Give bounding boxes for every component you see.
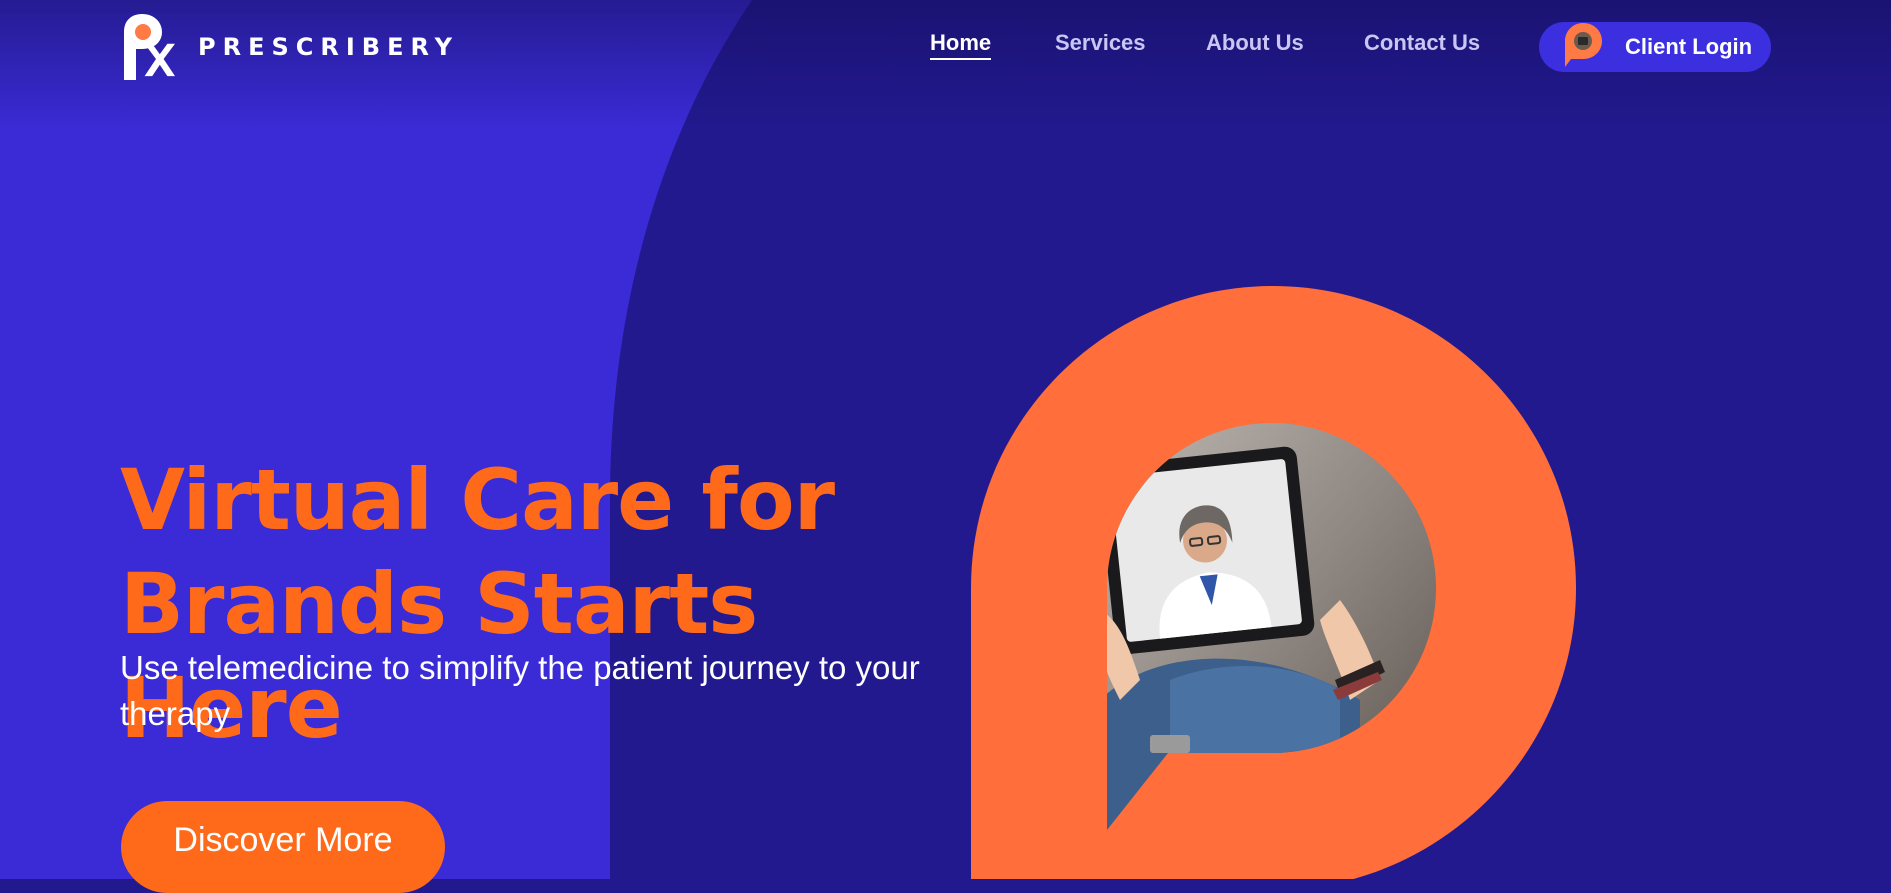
nav-about-us[interactable]: About Us [1206, 30, 1304, 56]
login-avatar-icon [1565, 23, 1602, 67]
client-login-label: Client Login [1625, 34, 1753, 59]
discover-more-button[interactable]: Discover More [121, 801, 445, 893]
nav-home[interactable]: Home [930, 30, 992, 60]
nav-services[interactable]: Services [1055, 30, 1146, 56]
hero-title-line-1: Virtual Care for [120, 451, 835, 549]
hero-subtitle: Use telemedicine to simplify the patient… [120, 649, 920, 732]
brand-name: PRESCRIBERY [198, 33, 460, 61]
brand-logo[interactable]: PRESCRIBERY [120, 12, 459, 82]
client-login-button[interactable]: Client Login [1539, 22, 1771, 72]
nav-contact-us[interactable]: Contact Us [1364, 30, 1480, 56]
rx-logo-icon [124, 14, 175, 80]
